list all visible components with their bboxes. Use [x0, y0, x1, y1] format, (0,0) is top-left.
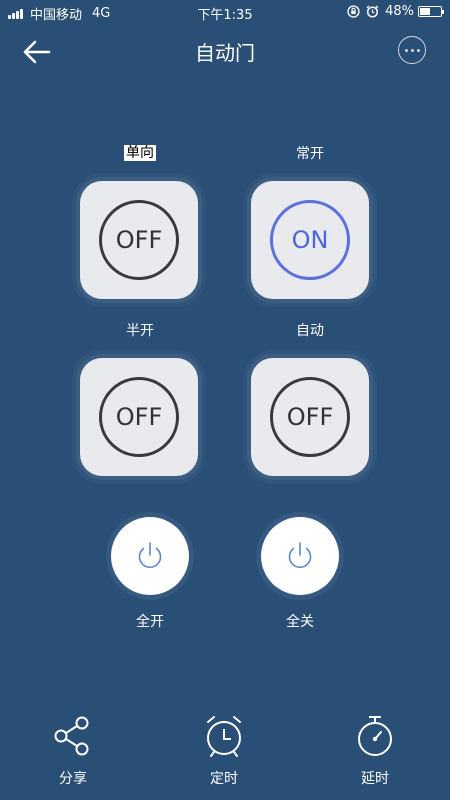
- switch-half-open[interactable]: OFF: [80, 358, 198, 476]
- alarm-clock-icon: [207, 716, 241, 757]
- switch-label-always-open: 常开: [296, 146, 324, 162]
- share-icon: [54, 716, 89, 756]
- nav-bar: 自动门: [0, 30, 450, 74]
- switch-state: OFF: [99, 200, 179, 280]
- stopwatch-icon: [358, 716, 392, 756]
- delay-tool[interactable]: 延时: [335, 714, 415, 788]
- page-title: 自动门: [195, 41, 255, 65]
- close-all-label: 全关: [286, 614, 314, 630]
- share-label: 分享: [59, 771, 87, 787]
- switch-always-open[interactable]: ON: [251, 181, 369, 299]
- power-icon: [288, 542, 312, 569]
- open-all-button[interactable]: [111, 517, 189, 595]
- switch-label-one-way: 单向: [124, 145, 156, 161]
- close-all-button[interactable]: [261, 517, 339, 595]
- switch-state: ON: [270, 200, 350, 280]
- delay-label: 延时: [361, 771, 389, 787]
- battery-percent: 48%: [385, 4, 414, 19]
- rotation-lock-icon: [347, 5, 360, 18]
- status-right: 48%: [347, 4, 444, 19]
- timer-tool[interactable]: 定时: [184, 714, 264, 788]
- power-icon: [138, 542, 162, 569]
- timer-label: 定时: [210, 771, 238, 787]
- switch-auto[interactable]: OFF: [251, 358, 369, 476]
- share-tool[interactable]: 分享: [33, 714, 113, 788]
- switch-label-auto: 自动: [296, 323, 324, 339]
- switch-label-half-open: 半开: [126, 323, 154, 339]
- alarm-icon: [366, 5, 379, 18]
- switch-state: OFF: [99, 377, 179, 457]
- more-options-icon[interactable]: [398, 36, 426, 64]
- switch-state: OFF: [270, 377, 350, 457]
- battery-icon: [418, 6, 444, 17]
- open-all-label: 全开: [136, 614, 164, 630]
- status-bar: 中国移动 4G 下午1:35 48%: [0, 0, 450, 24]
- switch-one-way[interactable]: OFF: [80, 181, 198, 299]
